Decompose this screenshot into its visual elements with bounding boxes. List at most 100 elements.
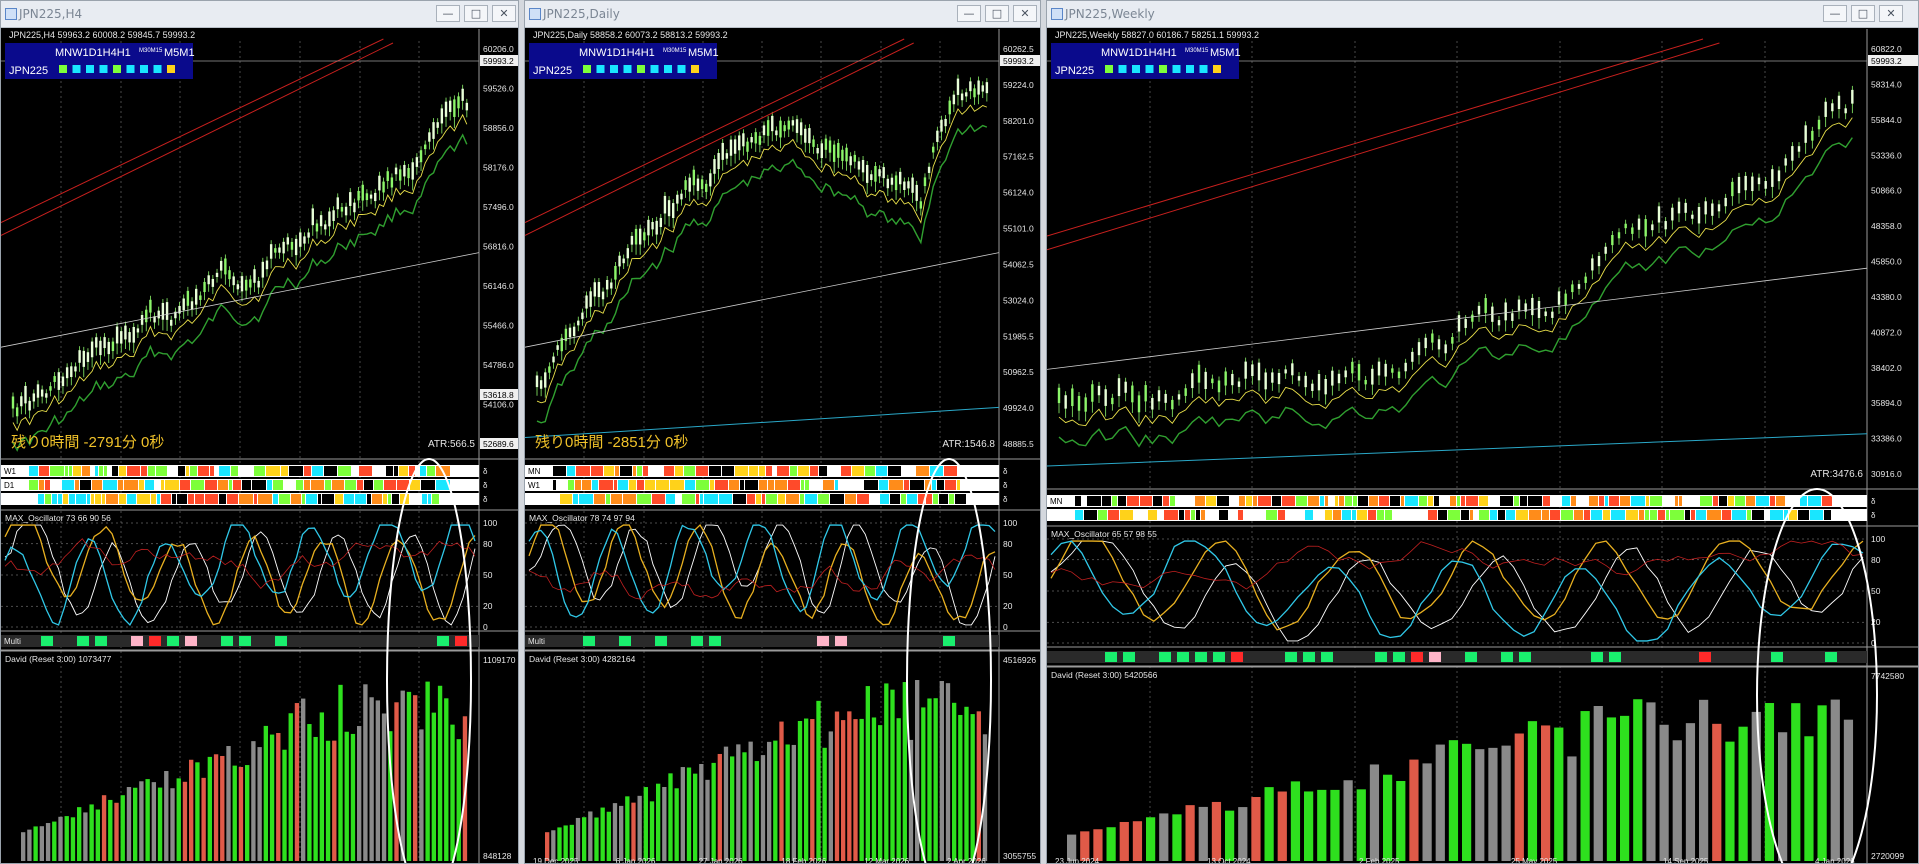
signal-cell [392,494,399,504]
candle [1451,337,1454,344]
volume-bar [313,736,318,861]
candle [1097,385,1101,396]
volume-bar [847,711,852,861]
signal-cell [141,466,147,476]
signal-cell [1679,496,1682,506]
candle [1557,291,1561,305]
volume-bar [656,783,661,861]
timeframe-signal [1118,65,1127,73]
volume-bar [1369,764,1380,861]
volume-bar [588,811,593,861]
candle [985,82,989,94]
chart-window-weekly[interactable]: JPN225,Weekly — □ ✕ JPN225,Weekly 58827.… [1046,0,1919,864]
candle [315,223,319,232]
timeframe-panel: MNW1D1H4H1 M30M15 M5M1 JPN225 [1051,43,1241,79]
signal-cell [58,494,62,504]
signal-cell [876,466,887,476]
signal-cell [1577,496,1588,506]
maximize-icon[interactable]: □ [1851,5,1875,22]
timeframe-labels: MNW1D1H4H1 [55,47,131,59]
maximize-icon[interactable]: □ [985,5,1009,22]
candle [1597,255,1601,267]
chart-window-daily[interactable]: JPN225,Daily — □ ✕ JPN225,Daily 58858.2 … [524,0,1041,864]
timeframe-signal [72,65,81,73]
minimize-icon[interactable]: — [1823,5,1847,22]
signal-cell [1335,496,1338,506]
signal-cell [1770,496,1775,506]
candle [269,244,273,259]
volume-bar [1198,806,1208,861]
signal-cell [880,494,889,504]
signal-cell [1434,496,1439,506]
window-titlebar[interactable]: JPN225,Weekly — □ ✕ [1047,1,1918,28]
volume-bar [101,795,107,861]
signal-cell [62,480,74,490]
candle [70,366,73,378]
close-icon[interactable]: ✕ [492,5,516,22]
volume-bar [89,804,94,861]
signal-cell [696,466,708,476]
signal-cell [735,466,748,476]
signal-cell [284,480,295,490]
signal-cell [949,494,954,504]
candle [461,88,464,101]
volume-bar [1659,724,1669,861]
candle [1517,299,1521,311]
signal-cell [102,494,105,504]
chart-window-h4[interactable]: JPN225,H4 — □ ✕ JPN225,H4 59963.2 60008.… [0,0,519,864]
price-chart[interactable]: JPN225,Daily 58858.2 60073.2 58813.2 599… [525,29,1041,864]
signal-cell [629,480,636,490]
strip-label: W1 [528,481,541,490]
candle [344,206,348,216]
oscillator-tick: 50 [1871,586,1881,596]
multi-cell [1609,652,1621,662]
signal-cell [768,480,774,490]
multi-cell [691,636,703,646]
candle [57,372,60,390]
signal-cell [29,494,37,504]
oscillator-label: MAX_Oscillator 78 74 97 94 [529,513,635,523]
candle [74,366,77,372]
candle [1231,373,1234,386]
close-icon[interactable]: ✕ [1013,5,1037,22]
price-chart[interactable]: JPN225,Weekly 58827.0 60186.7 58251.1 59… [1047,29,1919,864]
volume-bar [575,817,581,861]
candle [622,258,625,264]
minimize-icon[interactable]: — [436,5,460,22]
signal-cell [364,480,373,490]
signal-cell [591,466,603,476]
candle [684,180,687,190]
window-titlebar[interactable]: JPN225,H4 — □ ✕ [1,1,518,28]
candle [940,119,943,132]
signal-cell [1308,496,1319,506]
candle [224,258,227,275]
volume-bar [1488,747,1498,861]
signal-cell [805,480,809,490]
signal-cell [1170,496,1175,506]
signal-cell [1342,510,1351,520]
signal-cell [52,494,57,504]
volume-bar [1751,711,1761,861]
volume-bar [394,702,399,861]
multi-cell [167,636,179,646]
candle [874,166,877,182]
candle [832,144,836,162]
candle [783,125,786,132]
close-icon[interactable]: ✕ [1879,5,1903,22]
minimize-icon[interactable]: — [957,5,981,22]
candle [828,140,832,153]
signal-cell [1217,496,1229,506]
price-chart[interactable]: JPN225,H4 59963.2 60008.2 59845.7 59993.… [1,29,519,864]
candle [86,352,90,362]
volume-bar [1725,741,1735,861]
multi-cell [1519,652,1531,662]
window-titlebar[interactable]: JPN225,Daily — □ ✕ [525,1,1040,28]
maximize-icon[interactable]: □ [464,5,488,22]
volume-bar [921,707,926,861]
volume-bar [1541,725,1551,861]
volume-bar [1159,813,1169,861]
volume-bar [437,685,443,861]
signal-cell [104,466,107,476]
candle [199,295,202,300]
signal-cell [567,466,575,476]
